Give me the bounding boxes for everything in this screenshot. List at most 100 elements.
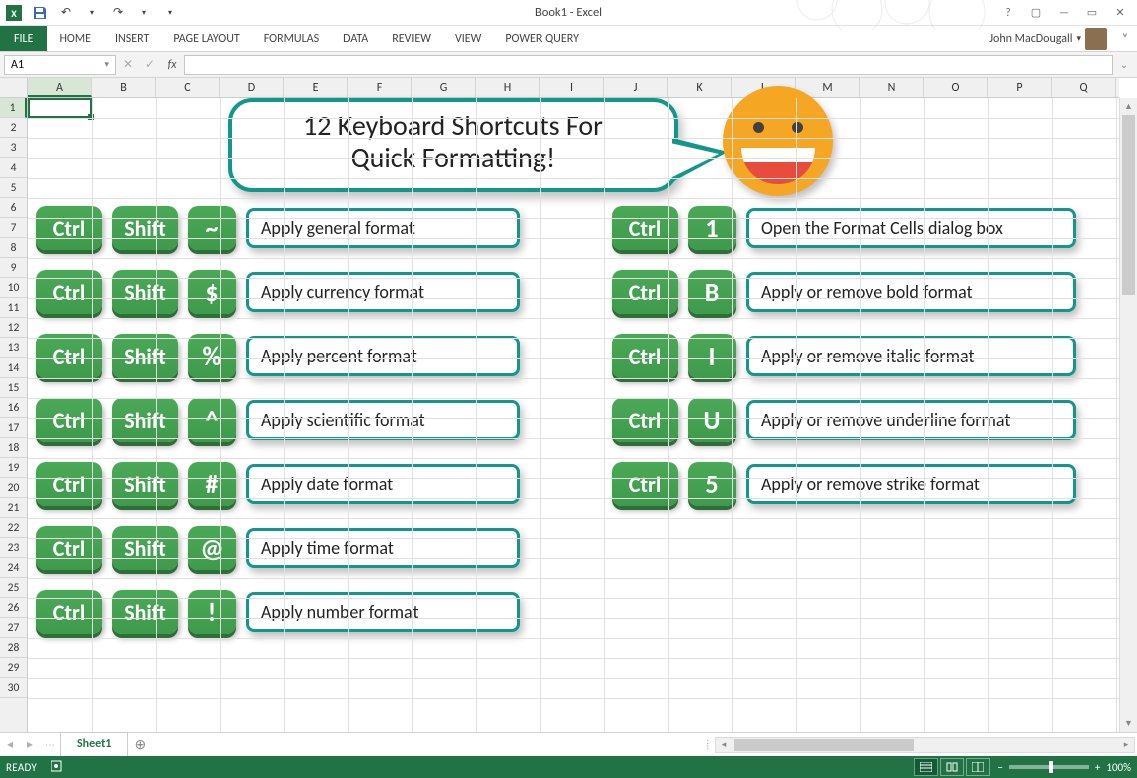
tab-data[interactable]: DATA <box>331 26 380 51</box>
row-header[interactable]: 20 <box>0 478 27 498</box>
tab-power-query[interactable]: POWER QUERY <box>493 26 591 51</box>
enter-fx-icon[interactable]: ✓ <box>140 55 160 75</box>
sheet-nav-first-icon[interactable]: ◂ <box>0 737 20 752</box>
row-header[interactable]: 16 <box>0 398 27 418</box>
worksheet-grid[interactable]: ABCDEFGHIJKLMNOPQ 1234567891011121314151… <box>0 78 1137 732</box>
row-header[interactable]: 3 <box>0 138 27 158</box>
row-header[interactable]: 15 <box>0 378 27 398</box>
row-header[interactable]: 26 <box>0 598 27 618</box>
vertical-scrollbar[interactable]: ▲ ▼ <box>1119 98 1137 732</box>
zoom-out-icon[interactable]: − <box>997 761 1002 774</box>
tab-review[interactable]: REVIEW <box>380 26 443 51</box>
row-headers[interactable]: 1234567891011121314151617181920212223242… <box>0 98 28 732</box>
ribbon-display-icon[interactable]: ▢ <box>1023 3 1049 23</box>
column-header[interactable]: L <box>732 78 796 97</box>
row-header[interactable]: 9 <box>0 258 27 278</box>
column-header[interactable]: P <box>988 78 1052 97</box>
row-header[interactable]: 2 <box>0 118 27 138</box>
row-header[interactable]: 21 <box>0 498 27 518</box>
row-header[interactable]: 30 <box>0 678 27 698</box>
column-header[interactable]: N <box>860 78 924 97</box>
column-header[interactable]: M <box>796 78 860 97</box>
column-header[interactable]: O <box>924 78 988 97</box>
minimize-icon[interactable]: — <box>1051 3 1077 23</box>
column-header[interactable]: H <box>476 78 540 97</box>
view-page-layout-icon[interactable] <box>940 758 964 776</box>
select-all-triangle[interactable] <box>0 78 28 98</box>
zoom-slider[interactable] <box>1009 765 1089 769</box>
tab-formulas[interactable]: FORMULAS <box>252 26 331 51</box>
sheet-nav-last-icon[interactable]: ▸ <box>20 737 40 752</box>
row-header[interactable]: 14 <box>0 358 27 378</box>
row-header[interactable]: 17 <box>0 418 27 438</box>
row-header[interactable]: 5 <box>0 178 27 198</box>
column-header[interactable]: Q <box>1052 78 1116 97</box>
save-icon[interactable] <box>30 3 50 23</box>
row-header[interactable]: 8 <box>0 238 27 258</box>
scroll-right-icon[interactable]: ▸ <box>1118 739 1134 750</box>
column-header[interactable]: D <box>220 78 284 97</box>
row-header[interactable]: 4 <box>0 158 27 178</box>
row-header[interactable]: 12 <box>0 318 27 338</box>
row-header[interactable]: 29 <box>0 658 27 678</box>
row-header[interactable]: 6 <box>0 198 27 218</box>
scroll-down-icon[interactable]: ▼ <box>1120 715 1137 732</box>
view-normal-icon[interactable] <box>914 758 938 776</box>
scroll-left-icon[interactable]: ◂ <box>716 739 732 750</box>
row-header[interactable]: 18 <box>0 438 27 458</box>
row-header[interactable]: 24 <box>0 558 27 578</box>
cell-area[interactable]: 12 Keyboard Shortcuts For Quick Formatti… <box>28 98 1119 732</box>
vscroll-thumb[interactable] <box>1122 115 1135 295</box>
formula-input[interactable] <box>184 55 1113 75</box>
column-headers[interactable]: ABCDEFGHIJKLMNOPQ <box>28 78 1119 98</box>
row-header[interactable]: 11 <box>0 298 27 318</box>
tab-insert[interactable]: INSERT <box>103 26 161 51</box>
tab-page-layout[interactable]: PAGE LAYOUT <box>161 26 251 51</box>
column-header[interactable]: C <box>156 78 220 97</box>
name-box[interactable]: A1▾ <box>4 55 116 75</box>
row-header[interactable]: 19 <box>0 458 27 478</box>
expand-formula-icon[interactable]: ⌄ <box>1115 55 1133 75</box>
column-header[interactable]: F <box>348 78 412 97</box>
maximize-icon[interactable]: ▭ <box>1079 3 1105 23</box>
customize-qat-icon[interactable]: ▾ <box>160 3 180 23</box>
column-header[interactable]: K <box>668 78 732 97</box>
new-sheet-icon[interactable]: ⊕ <box>128 736 152 753</box>
row-header[interactable]: 10 <box>0 278 27 298</box>
column-header[interactable]: B <box>92 78 156 97</box>
signin-name[interactable]: John MacDougall ▾ <box>983 26 1113 51</box>
sheet-nav-menu-icon[interactable]: ⋯ <box>40 738 60 751</box>
redo-icon[interactable]: ↷ <box>108 3 128 23</box>
sheet-tab[interactable]: Sheet1 <box>60 732 128 756</box>
row-header[interactable]: 27 <box>0 618 27 638</box>
scroll-up-icon[interactable]: ▲ <box>1120 98 1137 115</box>
undo-menu-icon[interactable]: ▾ <box>82 3 102 23</box>
horizontal-scrollbar[interactable]: ◂ ▸ <box>715 737 1135 753</box>
view-page-break-icon[interactable] <box>966 758 990 776</box>
sheet-split-icon[interactable]: ⁞ <box>706 738 709 751</box>
cancel-fx-icon[interactable]: ✕ <box>118 55 138 75</box>
row-header[interactable]: 28 <box>0 638 27 658</box>
undo-icon[interactable]: ↶ <box>56 3 76 23</box>
macro-record-icon[interactable] <box>51 760 65 775</box>
redo-menu-icon[interactable]: ▾ <box>134 3 154 23</box>
help-icon[interactable]: ? <box>995 3 1021 23</box>
tab-home[interactable]: HOME <box>47 26 103 51</box>
close-icon[interactable]: ✕ <box>1107 3 1133 23</box>
column-header[interactable]: I <box>540 78 604 97</box>
row-header[interactable]: 1 <box>0 98 27 118</box>
tab-view[interactable]: VIEW <box>443 26 493 51</box>
zoom-value[interactable]: 100% <box>1106 761 1131 774</box>
hscroll-thumb[interactable] <box>734 739 914 751</box>
fx-icon[interactable]: fx <box>162 55 182 75</box>
tab-file[interactable]: FILE <box>0 26 47 51</box>
column-header[interactable]: A <box>28 78 92 97</box>
row-header[interactable]: 23 <box>0 538 27 558</box>
row-header[interactable]: 7 <box>0 218 27 238</box>
column-header[interactable]: E <box>284 78 348 97</box>
collapse-ribbon-icon[interactable]: ˅ <box>1113 26 1137 51</box>
row-header[interactable]: 22 <box>0 518 27 538</box>
column-header[interactable]: G <box>412 78 476 97</box>
excel-icon[interactable]: X <box>4 3 24 23</box>
column-header[interactable]: J <box>604 78 668 97</box>
